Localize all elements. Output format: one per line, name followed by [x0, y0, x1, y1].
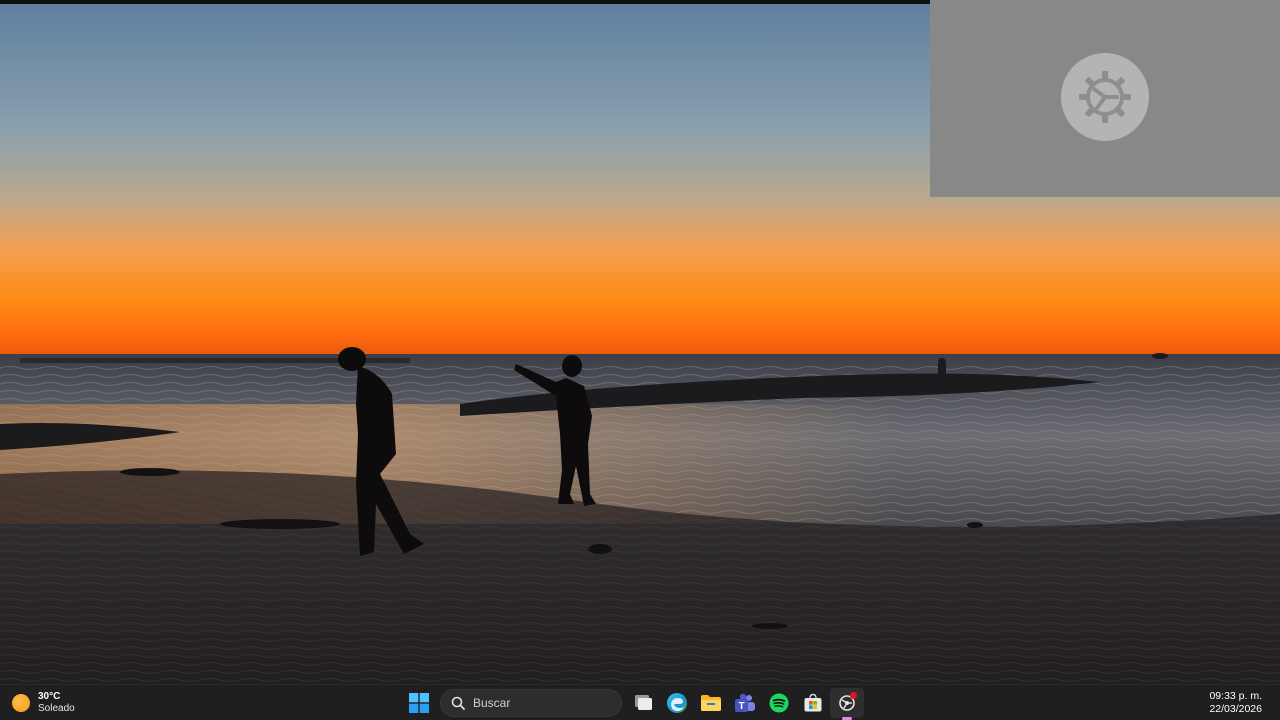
start-button[interactable] [402, 688, 436, 718]
weather-temperature: 30°C [38, 691, 61, 702]
windows-logo-icon [409, 693, 429, 713]
clock-time: 09:33 p. m. [1209, 690, 1262, 702]
sun-icon [12, 694, 30, 712]
spotify-button[interactable] [762, 688, 796, 718]
store-icon [804, 693, 822, 712]
teams-button[interactable]: T [728, 688, 762, 718]
settings-taskbar-button[interactable] [830, 688, 864, 720]
teams-icon: T [735, 693, 755, 712]
clock-date: 22/03/2026 [1209, 703, 1262, 715]
notification-dot [850, 692, 857, 699]
edge-button[interactable] [660, 688, 694, 718]
edge-icon [667, 693, 687, 713]
weather-widget[interactable]: 30°C Soleado [12, 689, 75, 717]
store-button[interactable] [796, 688, 830, 718]
settings-splash-window[interactable] [930, 0, 1280, 197]
svg-text:T: T [738, 701, 744, 712]
search-icon [451, 696, 465, 710]
task-view-button[interactable] [626, 688, 660, 718]
search-box[interactable]: Buscar [440, 689, 622, 717]
folder-icon [701, 695, 721, 711]
file-explorer-button[interactable] [694, 688, 728, 718]
taskbar: 30°C Soleado Buscar T 09:33 p. m. 22/03/… [0, 684, 1280, 720]
search-placeholder: Buscar [473, 696, 511, 710]
clock[interactable]: 09:33 p. m. 22/03/2026 [1209, 690, 1262, 716]
taskbar-center: Buscar T [402, 688, 864, 720]
gear-icon [1061, 52, 1149, 141]
weather-condition: Soleado [38, 703, 75, 714]
spotify-icon [769, 693, 789, 713]
task-view-icon [635, 695, 652, 710]
